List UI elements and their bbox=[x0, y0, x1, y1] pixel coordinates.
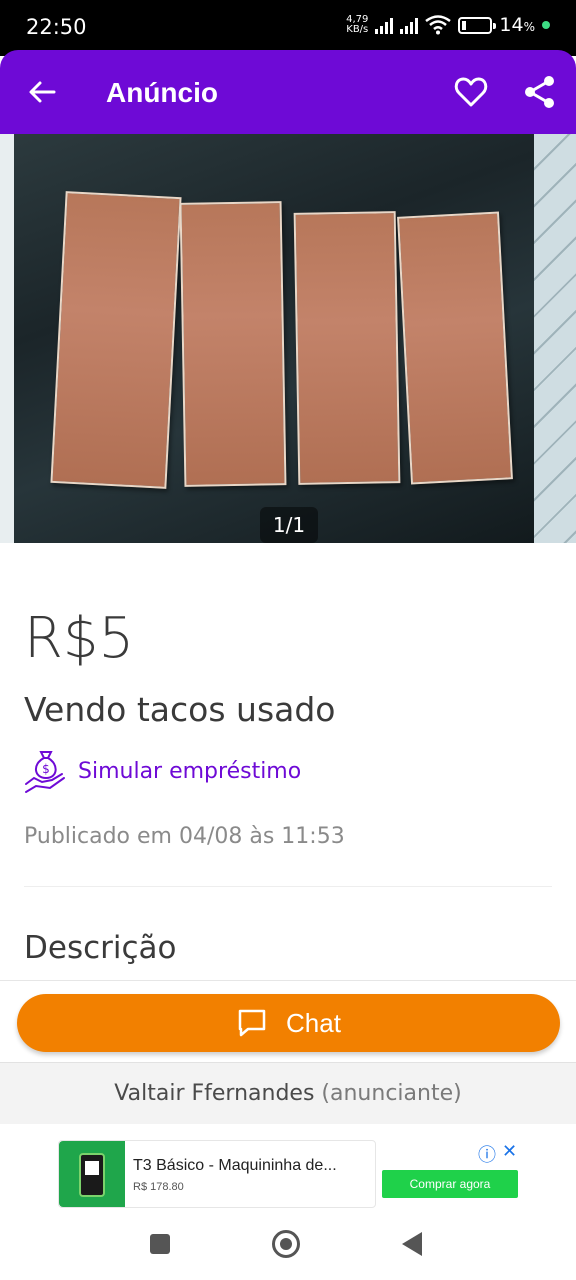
ad-info-icon[interactable]: ⓘ bbox=[478, 1141, 496, 1167]
battery-percent: 14% bbox=[499, 14, 535, 36]
description-heading: Descrição bbox=[24, 930, 177, 966]
status-time: 22:50 bbox=[26, 15, 87, 39]
listing-price: R$5 bbox=[24, 606, 135, 671]
chat-bubble-icon bbox=[238, 1009, 266, 1037]
share-icon[interactable] bbox=[522, 74, 558, 110]
ad-close-icon[interactable]: ✕ bbox=[502, 1141, 517, 1167]
ad-product-image bbox=[59, 1141, 125, 1207]
money-bag-hand-icon: $ bbox=[25, 751, 65, 793]
ad-price: R$ 178.80 bbox=[133, 1181, 184, 1193]
chat-button-label: Chat bbox=[286, 1007, 341, 1038]
wood-plank-image bbox=[179, 201, 287, 487]
recent-apps-icon[interactable] bbox=[150, 1234, 170, 1254]
network-speed: 4,79 KB/s bbox=[346, 15, 368, 35]
wifi-icon bbox=[425, 15, 452, 35]
ad-buy-button[interactable]: Comprar agora bbox=[382, 1170, 518, 1198]
heart-outline-icon[interactable] bbox=[453, 74, 489, 110]
photo-counter: 1/1 bbox=[260, 507, 318, 543]
page-title: Anúncio bbox=[106, 77, 218, 108]
wood-plank-image bbox=[50, 191, 182, 489]
photo-edge bbox=[534, 134, 576, 543]
simulate-loan-link[interactable]: $ Simular empréstimo bbox=[24, 748, 301, 794]
divider bbox=[24, 886, 552, 887]
ad-title: T3 Básico - Maquininha de... bbox=[133, 1157, 337, 1174]
screen: 22:50 4,79 KB/s 14% Anúncio 1/1 R$5 Vend… bbox=[0, 0, 576, 1280]
system-nav-bar bbox=[0, 1216, 576, 1280]
published-date: Publicado em 04/08 às 11:53 bbox=[24, 824, 345, 849]
network-speed-unit: KB/s bbox=[346, 24, 369, 35]
ad-banner[interactable]: T3 Básico - Maquininha de... R$ 178.80 bbox=[58, 1140, 376, 1208]
listing-photo[interactable] bbox=[0, 134, 576, 543]
ad-controls: ⓘ ✕ bbox=[478, 1141, 517, 1167]
arrow-left-icon[interactable] bbox=[24, 74, 60, 110]
status-bar: 22:50 4,79 KB/s 14% bbox=[0, 0, 576, 56]
battery-icon bbox=[458, 16, 497, 34]
charging-dot-icon bbox=[542, 21, 550, 29]
chat-button[interactable]: Chat bbox=[17, 994, 560, 1052]
listing-title: Vendo tacos usado bbox=[24, 690, 336, 729]
back-triangle-icon[interactable] bbox=[402, 1232, 422, 1256]
wood-plank-image bbox=[397, 211, 513, 485]
seller-role: (anunciante) bbox=[321, 1081, 462, 1106]
action-bar: Chat bbox=[0, 980, 576, 1062]
svg-text:$: $ bbox=[42, 762, 50, 776]
seller-info[interactable]: Valtair Ffernandes (anunciante) bbox=[0, 1062, 576, 1124]
signal-2-icon bbox=[400, 16, 419, 34]
app-header: Anúncio bbox=[0, 50, 576, 134]
home-icon[interactable] bbox=[272, 1230, 300, 1258]
simulate-loan-label: Simular empréstimo bbox=[78, 758, 302, 784]
seller-name: Valtair Ffernandes bbox=[114, 1081, 315, 1106]
wood-plank-image bbox=[293, 211, 401, 485]
signal-1-icon bbox=[375, 16, 394, 34]
status-icons: 4,79 KB/s 14% bbox=[346, 14, 550, 36]
